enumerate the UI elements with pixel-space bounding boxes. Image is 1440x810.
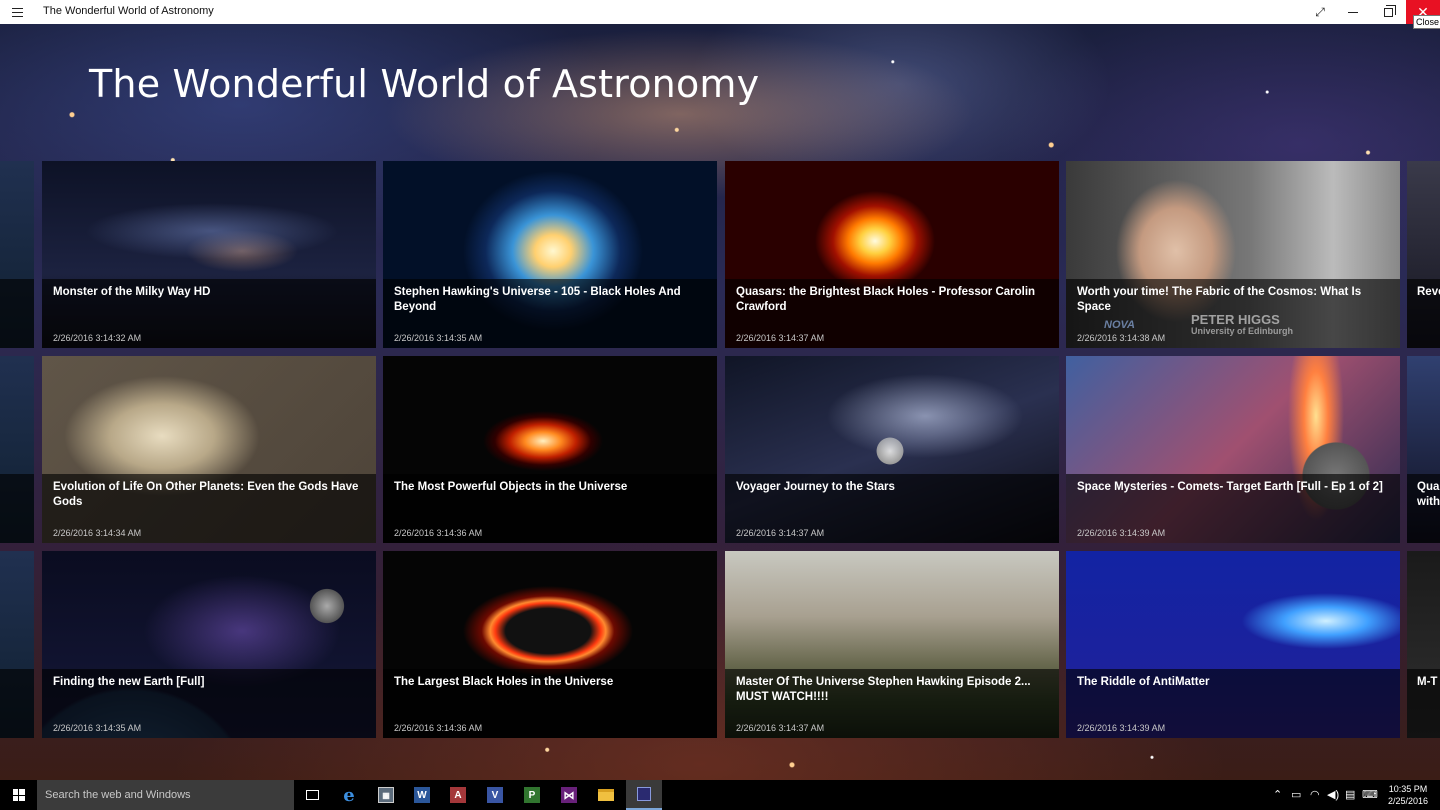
clock[interactable]: 10:35 PM 2/25/2016 — [1386, 783, 1430, 807]
video-title: Space Mysteries - Comets- Target Earth [… — [1077, 481, 1383, 493]
video-tile[interactable]: The Riddle of AntiMatter 2/26/2016 3:14:… — [1066, 551, 1400, 738]
astronomy-app-icon[interactable] — [626, 780, 662, 810]
nova-logo: NOVA — [1104, 319, 1135, 331]
video-tile[interactable]: Evolution of Life On Other Planets: Even… — [42, 356, 376, 543]
clock-date: 2/25/2016 — [1387, 796, 1429, 806]
video-title: M-T — [1417, 676, 1438, 688]
video-tile[interactable]: Quasars: the Brightest Black Holes - Pro… — [725, 161, 1059, 348]
edge-tile-left[interactable] — [0, 161, 34, 348]
edge-tile-right[interactable]: Qua with — [1407, 356, 1440, 543]
access-icon[interactable]: A — [440, 783, 476, 807]
title-bar: The Wonderful World of Astronomy ⤢ ✕ Clo… — [0, 0, 1440, 29]
visio-icon[interactable]: V — [477, 783, 513, 807]
video-title: Evolution of Life On Other Planets: Even… — [53, 481, 359, 508]
window-title: The Wonderful World of Astronomy — [43, 5, 214, 17]
restore-button[interactable] — [1370, 0, 1406, 24]
video-title: Worth your time! The Fabric of the Cosmo… — [1077, 286, 1362, 313]
minimize-button[interactable] — [1336, 0, 1370, 24]
video-title: Quasars: the Brightest Black Holes - Pro… — [736, 286, 1036, 313]
video-tile[interactable]: Master Of The Universe Stephen Hawking E… — [725, 551, 1059, 738]
taskbar: Search the web and Windows e ▦ W A V P ⋈… — [0, 780, 1440, 810]
overlay-org: University of Edinburgh — [1191, 326, 1294, 336]
app-canvas: The Wonderful World of Astronomy Monster… — [0, 24, 1440, 780]
windows-logo-icon — [12, 789, 25, 801]
video-title: The Most Powerful Objects in the Univers… — [394, 481, 628, 493]
volume-icon[interactable]: ◀) — [1327, 788, 1339, 801]
video-title: Stephen Hawking's Universe - 105 - Black… — [394, 286, 681, 313]
project-icon[interactable]: P — [514, 783, 550, 807]
edge-tile-left[interactable] — [0, 551, 34, 738]
edge-tile-right[interactable]: Reve — [1407, 161, 1440, 348]
keyboard-icon[interactable]: ⌨ — [1362, 788, 1378, 801]
video-tile[interactable]: NOVA PETER HIGGS University of Edinburgh… — [1066, 161, 1400, 348]
edge-tile-left[interactable] — [0, 356, 34, 543]
video-date: 2/26/2016 3:14:36 AM — [394, 723, 483, 733]
file-explorer-icon[interactable] — [588, 783, 624, 807]
video-title: Master Of The Universe Stephen Hawking E… — [736, 676, 1031, 703]
hamburger-menu-icon[interactable] — [6, 2, 28, 22]
minimize-icon — [1348, 11, 1358, 13]
clock-time: 10:35 PM — [1388, 784, 1428, 794]
video-title: The Largest Black Holes in the Universe — [394, 676, 614, 688]
notifications-icon[interactable]: ▤ — [1345, 788, 1355, 801]
video-date: 2/26/2016 3:14:36 AM — [394, 528, 483, 538]
edge-tile-right[interactable]: M-T — [1407, 551, 1440, 738]
edge-browser-icon[interactable]: e — [331, 783, 367, 807]
video-grid: Monster of the Milky Way HD 2/26/2016 3:… — [0, 161, 1440, 741]
fullscreen-icon[interactable]: ⤢ — [1304, 0, 1336, 24]
video-date: 2/26/2016 3:14:34 AM — [53, 528, 142, 538]
video-date: 2/26/2016 3:14:38 AM — [1077, 333, 1166, 343]
video-date: 2/26/2016 3:14:35 AM — [394, 333, 483, 343]
video-tile[interactable]: The Most Powerful Objects in the Univers… — [383, 356, 717, 543]
video-date: 2/26/2016 3:14:35 AM — [53, 723, 142, 733]
page-title: The Wonderful World of Astronomy — [89, 62, 760, 106]
video-title: Voyager Journey to the Stars — [736, 481, 895, 493]
close-tooltip: Close — [1413, 15, 1440, 29]
video-title: Qua — [1417, 481, 1440, 493]
video-title: Finding the new Earth [Full] — [53, 676, 205, 688]
visual-studio-icon[interactable]: ⋈ — [551, 783, 587, 807]
video-date: 2/26/2016 3:14:37 AM — [736, 723, 825, 733]
show-hidden-icons-icon[interactable]: ⌃ — [1273, 788, 1282, 801]
video-tile[interactable]: The Largest Black Holes in the Universe … — [383, 551, 717, 738]
video-tile[interactable]: Finding the new Earth [Full] 2/26/2016 3… — [42, 551, 376, 738]
wifi-icon[interactable]: ◠ — [1310, 788, 1320, 801]
search-placeholder: Search the web and Windows — [45, 789, 191, 801]
video-title: Monster of the Milky Way HD — [53, 286, 211, 298]
video-title-line2: with — [1417, 496, 1440, 508]
search-box[interactable]: Search the web and Windows — [37, 780, 294, 810]
task-view-icon[interactable] — [294, 783, 330, 807]
word-icon[interactable]: W — [404, 783, 440, 807]
video-tile[interactable]: Monster of the Milky Way HD 2/26/2016 3:… — [42, 161, 376, 348]
video-title: Reve — [1417, 286, 1440, 298]
video-tile[interactable]: Stephen Hawking's Universe - 105 - Black… — [383, 161, 717, 348]
video-date: 2/26/2016 3:14:37 AM — [736, 333, 825, 343]
video-date: 2/26/2016 3:14:39 AM — [1077, 723, 1166, 733]
start-button[interactable] — [0, 780, 37, 810]
video-date: 2/26/2016 3:14:37 AM — [736, 528, 825, 538]
video-tile[interactable]: Voyager Journey to the Stars 2/26/2016 3… — [725, 356, 1059, 543]
video-date: 2/26/2016 3:14:32 AM — [53, 333, 142, 343]
video-date: 2/26/2016 3:14:39 AM — [1077, 528, 1166, 538]
calculator-icon[interactable]: ▦ — [368, 783, 404, 807]
video-title: The Riddle of AntiMatter — [1077, 676, 1210, 688]
battery-icon[interactable]: ▭ — [1291, 788, 1301, 801]
restore-icon — [1383, 4, 1396, 17]
video-tile[interactable]: Space Mysteries - Comets- Target Earth [… — [1066, 356, 1400, 543]
